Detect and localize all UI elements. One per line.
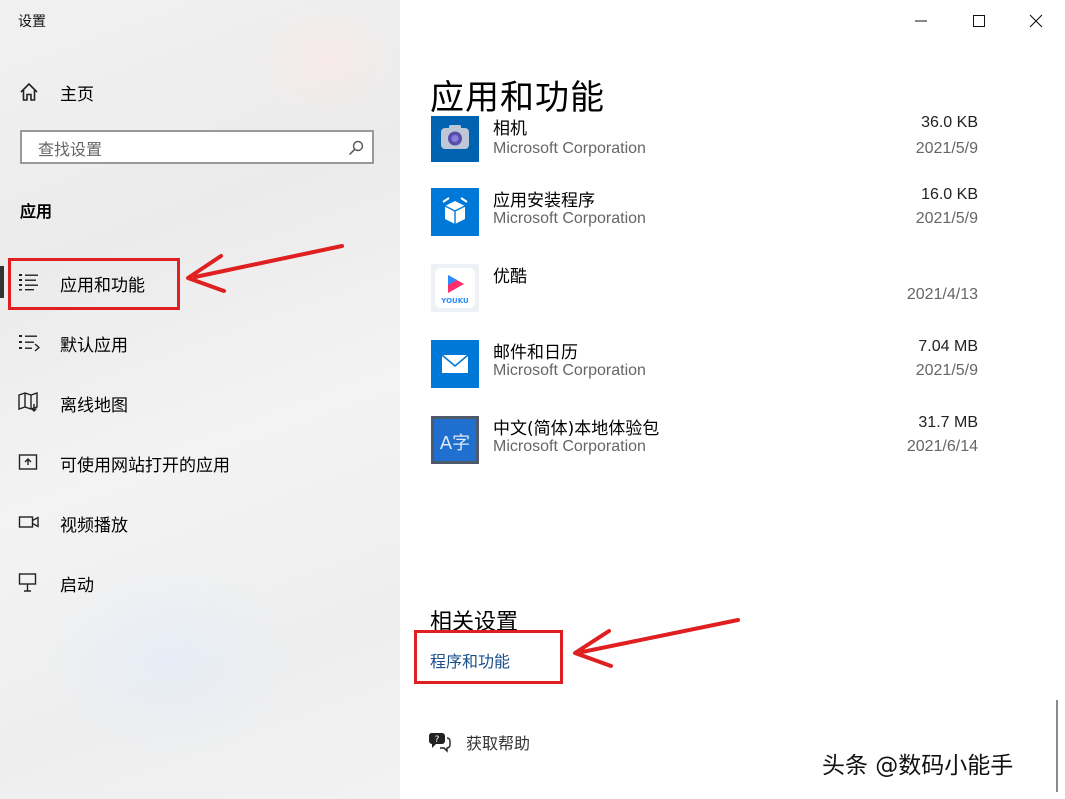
annotation-arrow (573, 618, 740, 668)
annotation-arrow (186, 244, 344, 293)
annotation-arrows (186, 244, 740, 668)
watermark: 头条 @数码小能手 (822, 753, 1014, 779)
